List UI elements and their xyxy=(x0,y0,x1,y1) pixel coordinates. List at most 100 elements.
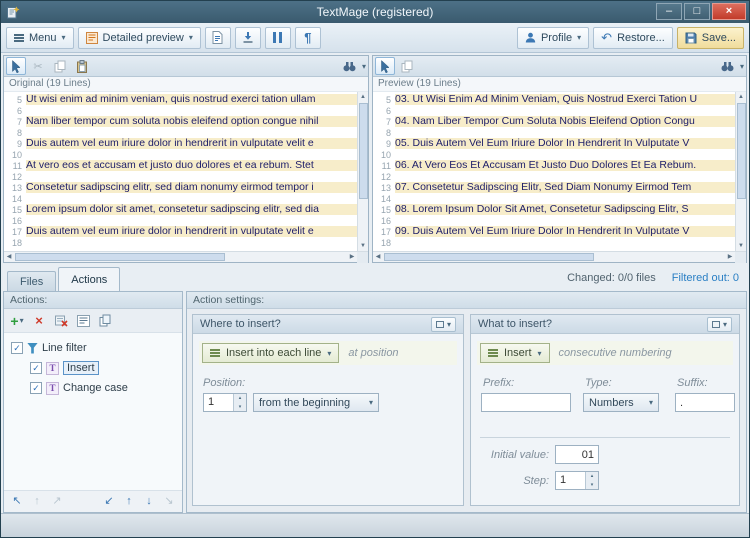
line-number: 8 xyxy=(16,127,22,138)
initial-value-input[interactable] xyxy=(555,445,599,464)
scrollbar-thumb[interactable] xyxy=(736,103,746,199)
menu-button[interactable]: Menu ▾ xyxy=(6,26,74,49)
show-formatting-button[interactable]: ¶ xyxy=(294,26,321,49)
line-text: Ut wisi enim ad minim veniam, quis nostr… xyxy=(26,94,357,105)
scrollbar-thumb[interactable] xyxy=(358,103,368,199)
scroll-up-icon[interactable]: ▲ xyxy=(736,92,746,102)
settings-panel: Action settings: Where to insert? ▾ Inse… xyxy=(186,291,747,513)
what-to-insert-group: What to insert? ▾ Insert ▾ consecutive n… xyxy=(470,314,740,506)
paste-button[interactable] xyxy=(72,57,92,75)
checkbox-icon[interactable]: ✓ xyxy=(30,362,42,374)
vertical-scrollbar[interactable]: ▲ ▼ xyxy=(357,92,368,251)
scroll-down-icon[interactable]: ▼ xyxy=(358,241,368,251)
checkbox-icon[interactable]: ✓ xyxy=(11,342,23,354)
tree-item-line-filter[interactable]: ✓ Line filter xyxy=(6,338,180,358)
tree-item-change-case[interactable]: ✓ T Change case xyxy=(6,378,180,398)
cut-button[interactable]: ✂ xyxy=(28,57,48,75)
main-toolbar: Menu ▾ Detailed preview ▾ ¶ Profile ▾ ↶ … xyxy=(1,23,749,53)
chevron-down-icon[interactable]: ▾ xyxy=(362,62,366,71)
maximize-button[interactable]: □ xyxy=(684,3,710,20)
select-mode-button[interactable] xyxy=(6,57,26,75)
line-text xyxy=(26,215,357,226)
position-label: Position: xyxy=(203,377,246,389)
select-mode-button[interactable] xyxy=(375,57,395,75)
where-mode-dropdown[interactable]: Insert into each line ▾ xyxy=(202,343,340,363)
delete-all-actions-button[interactable] xyxy=(52,312,70,330)
tab-actions[interactable]: Actions xyxy=(58,267,121,291)
line-number: 17 xyxy=(11,226,22,237)
preview-text-area[interactable]: 5 03. Ut Wisi Enim Ad Minim Veniam, Quis … xyxy=(373,92,735,251)
position-from-dropdown[interactable]: from the beginning ▾ xyxy=(253,393,379,412)
edit-action-button[interactable] xyxy=(74,312,92,330)
line-text xyxy=(26,171,357,182)
move-out-button[interactable]: ↖ xyxy=(9,494,25,510)
tab-files[interactable]: Files xyxy=(7,271,57,291)
horizontal-scrollbar[interactable]: ◀ ▶ xyxy=(4,251,368,263)
line-text: 05. Duis Autem Vel Eum Iriure Dolor In H… xyxy=(395,138,735,149)
vertical-scrollbar[interactable]: ▲ ▼ xyxy=(735,92,746,251)
tree-item-insert[interactable]: ✓ T Insert xyxy=(6,358,180,378)
copy-button[interactable] xyxy=(397,57,417,75)
document-preview-icon xyxy=(212,31,223,44)
restore-button[interactable]: ↶ Restore... xyxy=(593,26,673,49)
position-stepper[interactable]: 1 ▴ ▾ xyxy=(203,393,247,412)
suffix-input[interactable] xyxy=(675,393,735,412)
move-to-end-button[interactable]: ↘ xyxy=(161,494,177,510)
minimize-button[interactable]: – xyxy=(656,3,682,20)
move-up-button[interactable]: ↑ xyxy=(29,494,45,510)
type-dropdown[interactable]: Numbers ▾ xyxy=(583,393,659,412)
close-button[interactable]: × xyxy=(712,3,746,20)
scroll-left-icon[interactable]: ◀ xyxy=(4,254,14,260)
spin-up-icon[interactable]: ▴ xyxy=(586,472,598,481)
scroll-right-icon[interactable]: ▶ xyxy=(347,254,357,260)
initial-value-label: Initial value: xyxy=(490,449,549,461)
step-stepper[interactable]: 1 ▴ ▾ xyxy=(555,471,599,490)
move-in-button[interactable]: ↗ xyxy=(49,494,65,510)
chevron-down-icon: ▾ xyxy=(577,33,582,42)
text-line-7: 7 04. Nam Liber Tempor Cum Soluta Nobis E… xyxy=(373,116,735,127)
copy-button[interactable] xyxy=(50,57,70,75)
position-value[interactable]: 1 xyxy=(204,394,233,411)
preview-mode-button[interactable]: Detailed preview ▾ xyxy=(77,26,201,49)
spin-up-icon[interactable]: ▴ xyxy=(234,394,246,403)
save-disk-icon xyxy=(685,32,697,43)
refresh-preview-button[interactable] xyxy=(204,26,231,49)
tree-item-label: Change case xyxy=(63,382,128,394)
save-button[interactable]: Save... xyxy=(676,26,744,49)
scrollbar-thumb[interactable] xyxy=(384,253,594,261)
search-button[interactable] xyxy=(718,57,738,75)
scrollbar-thumb[interactable] xyxy=(15,253,225,261)
pause-preview-button[interactable] xyxy=(264,26,291,49)
move-item-down-button[interactable]: ↓ xyxy=(141,494,157,510)
tab-files-label: Files xyxy=(20,275,44,288)
spin-down-icon[interactable]: ▾ xyxy=(234,402,246,411)
delete-action-button[interactable]: × xyxy=(30,312,48,330)
move-item-up-button[interactable]: ↑ xyxy=(121,494,137,510)
duplicate-action-button[interactable] xyxy=(96,312,114,330)
line-text: Duis autem vel eum iriure dolor in hendr… xyxy=(26,226,357,237)
detailed-preview-icon xyxy=(85,31,98,44)
add-action-button[interactable]: + ▾ xyxy=(8,312,26,330)
move-to-start-button[interactable]: ↙ xyxy=(101,494,117,510)
what-preset-button[interactable]: ▾ xyxy=(706,316,732,332)
profile-label: Profile xyxy=(540,31,573,44)
horizontal-scrollbar[interactable]: ◀ ▶ xyxy=(373,251,746,263)
what-mode-dropdown[interactable]: Insert ▾ xyxy=(480,343,550,363)
checkbox-icon[interactable]: ✓ xyxy=(30,382,42,394)
chevron-down-icon[interactable]: ▾ xyxy=(740,62,744,71)
scroll-right-icon[interactable]: ▶ xyxy=(725,254,735,260)
spin-down-icon[interactable]: ▾ xyxy=(586,480,598,489)
original-text-area[interactable]: 5 Ut wisi enim ad minim veniam, quis nost… xyxy=(4,92,357,251)
step-value[interactable]: 1 xyxy=(556,472,585,489)
where-preset-button[interactable]: ▾ xyxy=(430,316,456,332)
scroll-up-icon[interactable]: ▲ xyxy=(358,92,368,102)
apply-actions-button[interactable] xyxy=(234,26,261,49)
text-line-9: 9 Duis autem vel eum iriure dolor in hend… xyxy=(4,138,357,149)
search-button[interactable] xyxy=(340,57,360,75)
scissors-icon: ✂ xyxy=(33,60,43,73)
scroll-left-icon[interactable]: ◀ xyxy=(373,254,383,260)
profile-button[interactable]: Profile ▾ xyxy=(516,26,590,49)
prefix-input[interactable] xyxy=(481,393,571,412)
scroll-down-icon[interactable]: ▼ xyxy=(736,241,746,251)
titlebar: TextMage (registered) – □ × xyxy=(1,1,749,23)
